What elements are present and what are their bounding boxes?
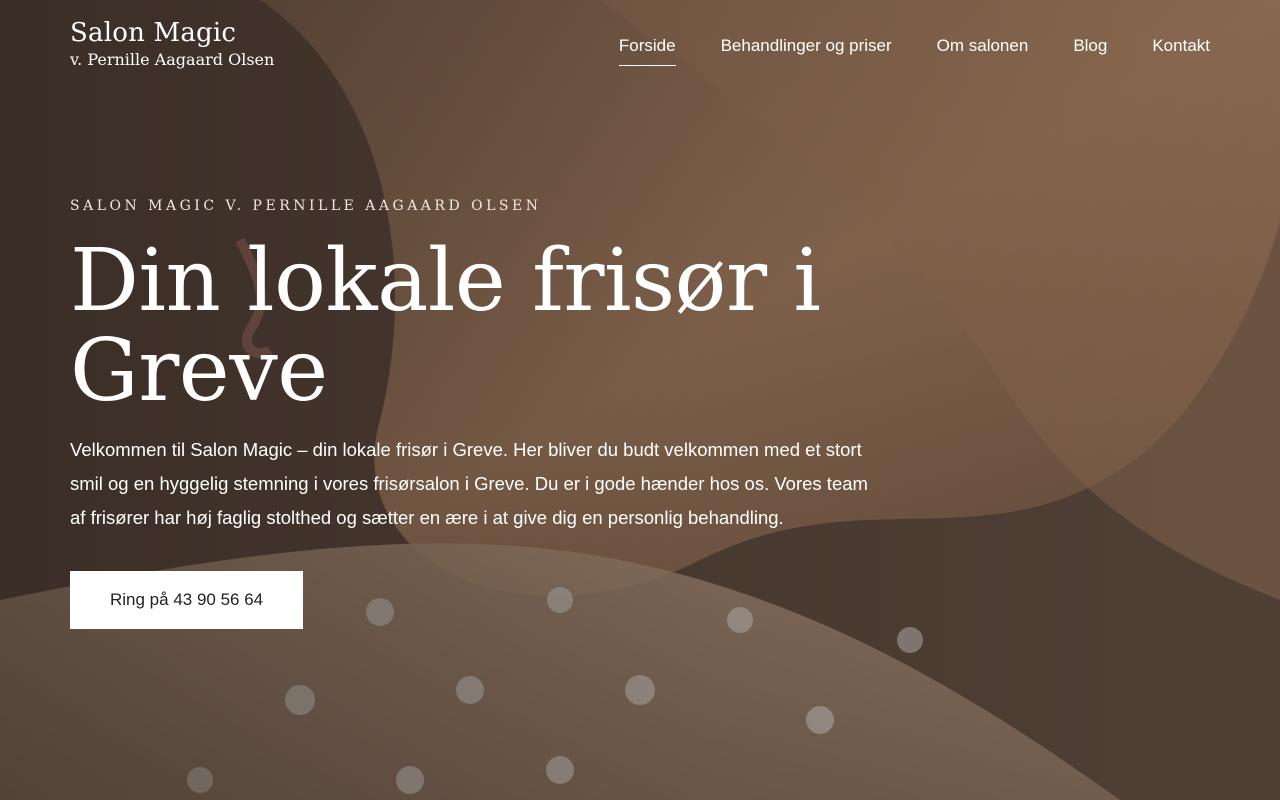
nav-item-behandlinger[interactable]: Behandlinger og priser <box>721 35 892 66</box>
call-button[interactable]: Ring på 43 90 56 64 <box>70 571 304 629</box>
site-header: Salon Magic v. Pernille Aagaard Olsen Fo… <box>70 18 1210 78</box>
nav-item-forside[interactable]: Forside <box>618 35 676 66</box>
main-nav: Forside Behandlinger og priser Om salone… <box>618 35 1210 66</box>
nav-item-kontakt[interactable]: Kontakt <box>1152 35 1210 66</box>
nav-item-om-salonen[interactable]: Om salonen <box>937 35 1029 66</box>
nav-item-blog[interactable]: Blog <box>1073 35 1107 66</box>
hero-intro: Velkommen til Salon Magic – din lokale f… <box>70 439 868 528</box>
hero-eyebrow: Salon Magic v. Pernille Aagaard Olsen <box>70 198 542 214</box>
hero-content: Salon Magic v. Pernille Aagaard Olsen Di… <box>70 198 870 629</box>
page-title: Din lokale frisør i Greve <box>70 231 821 421</box>
hero-section: Salon Magic v. Pernille Aagaard Olsen Fo… <box>0 0 1280 800</box>
logo[interactable]: Salon Magic v. Pernille Aagaard Olsen <box>70 18 274 70</box>
logo-title: Salon Magic <box>70 18 237 48</box>
logo-subtitle: v. Pernille Aagaard Olsen <box>70 50 275 69</box>
